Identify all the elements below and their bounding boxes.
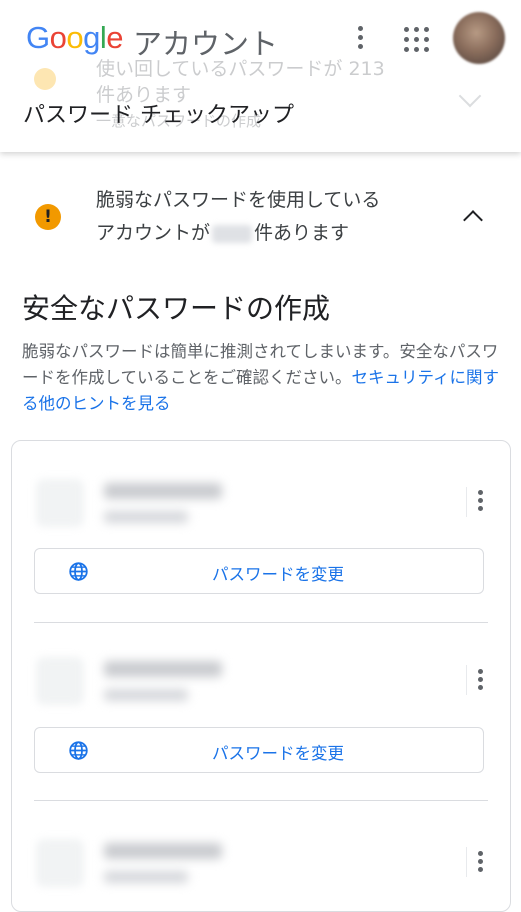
redacted-username xyxy=(104,511,188,523)
warning-icon: ! xyxy=(35,204,61,230)
site-favicon xyxy=(36,839,84,887)
redacted-count xyxy=(212,224,253,243)
logo-letter-o2: o xyxy=(66,20,84,55)
product-name: アカウント xyxy=(133,27,279,61)
redacted-site-name xyxy=(104,843,222,859)
section-title: 安全なパスワードの作成 xyxy=(22,292,331,325)
logo-letter-o1: o xyxy=(49,20,67,55)
change-password-button[interactable]: パスワードを変更 xyxy=(34,727,484,773)
summary-line-2: アカウントが 件あります xyxy=(96,217,436,250)
summary-count-prefix: アカウントが xyxy=(96,222,211,244)
weak-password-list: パスワードを変更 パスワードを変更 xyxy=(11,440,511,912)
divider xyxy=(466,487,467,517)
redacted-username xyxy=(104,871,188,883)
account-avatar[interactable] xyxy=(453,12,505,64)
more-vert-icon[interactable] xyxy=(474,669,486,695)
apps-grid-icon[interactable] xyxy=(404,27,430,53)
change-password-label: パスワードを変更 xyxy=(212,744,344,763)
more-vert-icon[interactable] xyxy=(474,851,486,877)
divider xyxy=(466,665,467,695)
change-password-label: パスワードを変更 xyxy=(212,565,344,584)
logo-letter-e: e xyxy=(106,20,124,55)
google-logo[interactable]: Google xyxy=(26,20,124,56)
redacted-site-name xyxy=(104,483,222,499)
summary-line-1: 脆弱なパスワードを使用している xyxy=(96,189,381,211)
behind-warning-dot xyxy=(34,68,56,90)
site-favicon xyxy=(36,479,84,527)
app-header: 使い回しているパスワードが 213 件あります 一意なパスワードの作成 Goog… xyxy=(0,0,521,152)
logo-letter-g2: g xyxy=(83,20,100,55)
section-description: 脆弱なパスワードは簡単に推測されてしまいます。安全なパスワードを作成していること… xyxy=(22,339,500,417)
page-title: パスワード チェックアップ xyxy=(23,103,294,128)
logo-letter-g: G xyxy=(26,20,50,55)
change-password-button[interactable]: パスワードを変更 xyxy=(34,548,484,594)
more-vert-icon[interactable] xyxy=(350,26,370,52)
item-separator xyxy=(34,800,488,801)
summary-count-suffix: 件あります xyxy=(254,222,350,244)
divider xyxy=(466,847,467,877)
site-favicon xyxy=(36,657,84,705)
more-vert-icon[interactable] xyxy=(474,490,486,516)
item-separator xyxy=(34,622,488,623)
behind-chevron-icon xyxy=(458,84,482,108)
redacted-site-name xyxy=(104,661,222,677)
weak-password-summary: 脆弱なパスワードを使用している アカウントが 件あります xyxy=(96,184,436,250)
redacted-username xyxy=(104,689,188,701)
weak-password-panel[interactable]: ! 脆弱なパスワードを使用している アカウントが 件あります xyxy=(0,170,521,260)
